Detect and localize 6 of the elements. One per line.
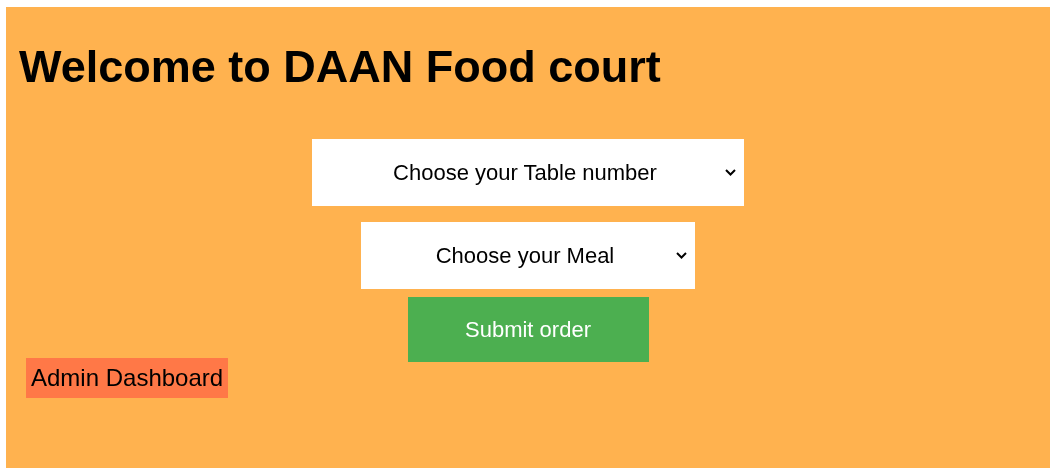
admin-dashboard-link[interactable]: Admin Dashboard <box>26 358 229 398</box>
dropdown-select[interactable]: Choose your Table number <box>312 139 744 206</box>
page-title: Welcome to DAAN Food court <box>19 41 661 93</box>
chevron-icon <box>725 169 736 176</box>
dropdown-select[interactable]: Choose your Meal <box>361 222 695 289</box>
chevron-icon <box>676 252 687 259</box>
